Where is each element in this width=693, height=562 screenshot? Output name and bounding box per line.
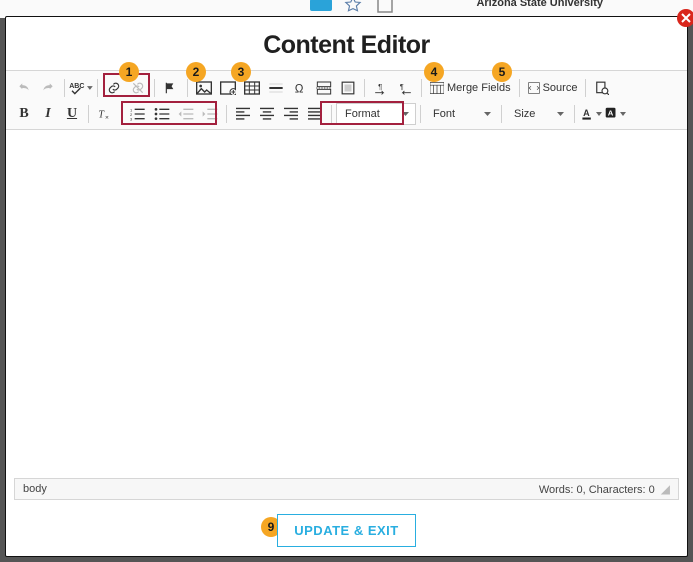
toolbar-row-1: ABC Ω ¶ ¶ Merge Fields Source [12,75,681,101]
bg-text: Arizona State University [476,0,603,9]
bg-badge-icon [310,0,332,16]
bg-box-icon [374,0,396,16]
svg-text:T: T [98,109,105,120]
status-bar: body Words: 0, Characters: 0 ◢ [14,478,679,500]
pagebreak-button[interactable] [312,76,336,100]
spellcheck-button[interactable]: ABC [69,76,93,100]
close-button[interactable] [677,9,693,27]
hr-button[interactable] [264,76,288,100]
undo-button[interactable] [12,76,36,100]
size-dropdown[interactable]: Size [506,103,570,125]
merge-fields-button[interactable]: Merge Fields [426,77,515,99]
rtl-button[interactable]: ¶ [393,76,417,100]
footer: UPDATE & EXIT [6,504,687,556]
bg-color-button[interactable]: A [603,102,627,126]
numbered-list-button[interactable]: 123 [126,102,150,126]
resize-grip-icon[interactable]: ◢ [661,482,670,496]
toolbar: ABC Ω ¶ ¶ Merge Fields Source [6,70,687,130]
update-exit-button[interactable]: UPDATE & EXIT [277,514,416,547]
source-button[interactable]: Source [524,77,582,99]
merge-fields-label: Merge Fields [447,82,511,94]
ltr-button[interactable]: ¶ [369,76,393,100]
redo-button[interactable] [36,76,60,100]
bg-star-icon [342,0,364,16]
page-title: Content Editor [6,17,687,70]
underline-button[interactable]: U [60,102,84,126]
svg-text:A: A [607,108,613,117]
bold-button[interactable]: B [12,102,36,126]
svg-text:3: 3 [130,117,133,121]
editor-content-area[interactable] [14,145,679,468]
svg-text:A: A [583,108,590,118]
preview-button[interactable] [590,76,614,100]
text-color-button[interactable]: A [579,102,603,126]
svg-text:¶: ¶ [400,82,404,91]
font-dropdown[interactable]: Font [425,103,497,125]
status-counts: Words: 0, Characters: 0 [539,484,655,496]
indent-button[interactable] [198,102,222,126]
image-button[interactable] [192,76,216,100]
source-label: Source [543,82,578,94]
editor-panel: Content Editor ABC Ω ¶ ¶ Merge Fields [5,16,688,557]
removeformat-button[interactable]: T× [93,102,117,126]
link-button[interactable] [102,76,126,100]
status-path[interactable]: body [23,483,47,495]
embed-button[interactable] [336,76,360,100]
bulleted-list-button[interactable] [150,102,174,126]
table-button[interactable] [240,76,264,100]
format-label: Format [345,108,380,120]
unlink-button[interactable] [126,76,150,100]
align-right-button[interactable] [279,102,303,126]
align-left-button[interactable] [231,102,255,126]
svg-text:×: × [105,114,109,121]
align-justify-button[interactable] [303,102,327,126]
outdent-button[interactable] [174,102,198,126]
font-label: Font [433,108,455,120]
anchor-button[interactable] [159,76,183,100]
align-center-button[interactable] [255,102,279,126]
svg-text:Ω: Ω [295,83,304,95]
size-label: Size [514,108,535,120]
italic-button[interactable]: I [36,102,60,126]
format-dropdown[interactable]: Format [336,103,416,125]
iframe-button[interactable] [216,76,240,100]
toolbar-row-2: B I U T× 123 Format Font Size A A [12,101,681,127]
specialchar-button[interactable]: Ω [288,76,312,100]
svg-text:ABC: ABC [69,83,84,90]
svg-text:¶: ¶ [378,82,382,91]
